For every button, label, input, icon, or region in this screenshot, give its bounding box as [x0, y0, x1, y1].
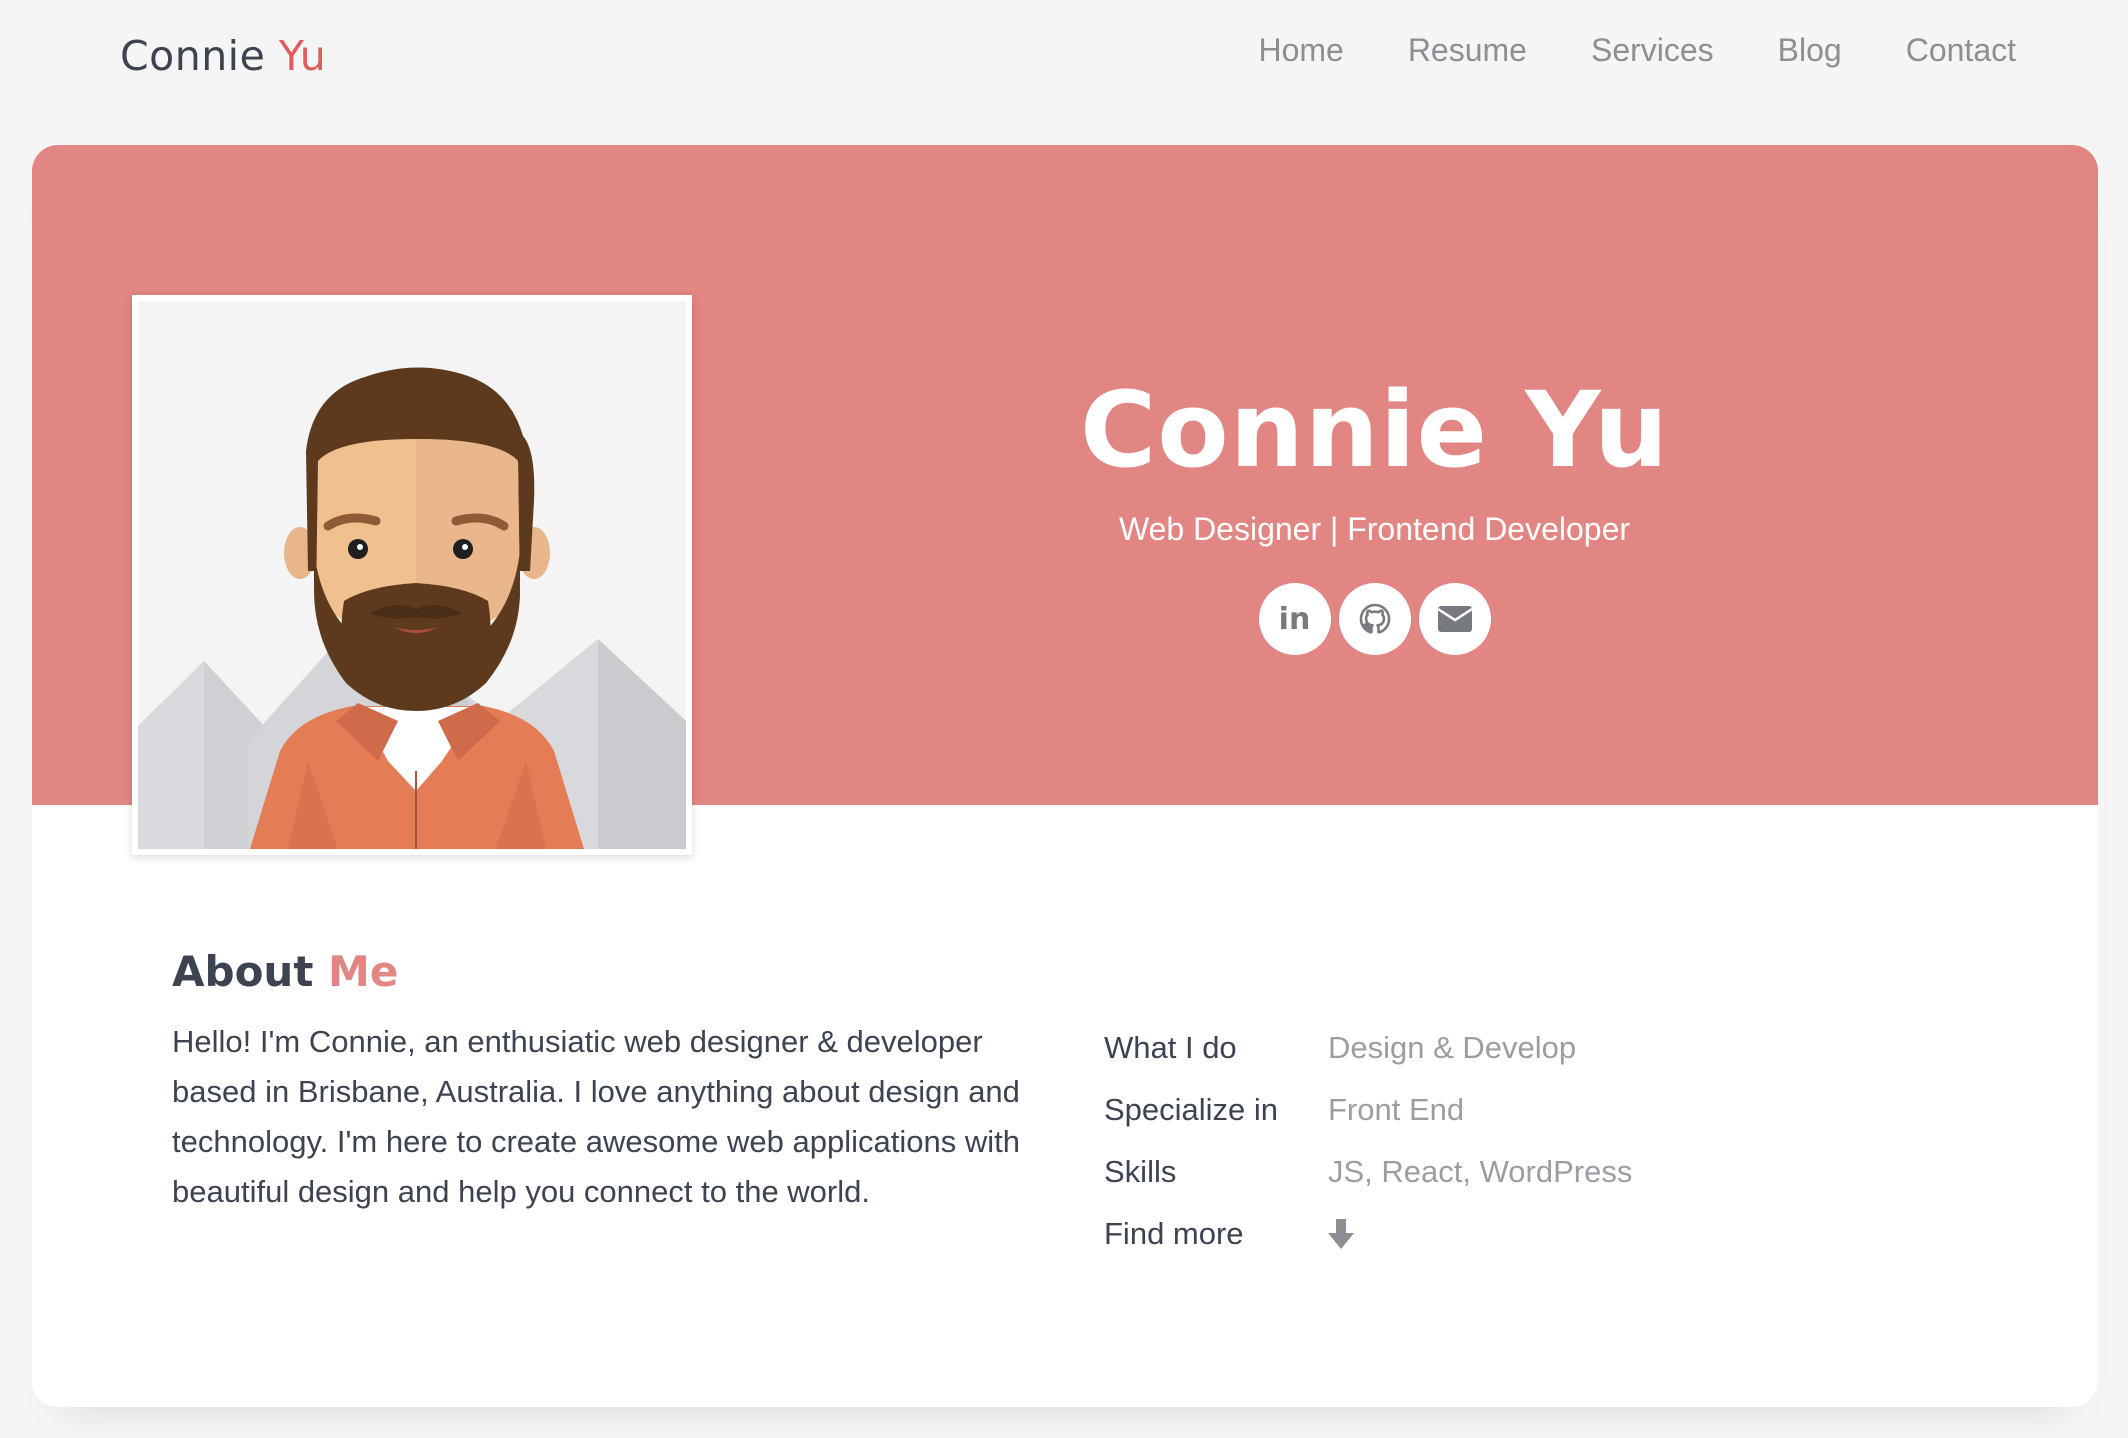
- about-title: About Me: [172, 945, 1032, 999]
- profile-card: Connie Yu Web Designer | Frontend Develo…: [32, 145, 2098, 1407]
- profile-photo: [132, 295, 692, 855]
- hero-role: Web Designer | Frontend Developer: [1118, 511, 1631, 547]
- nav-contact[interactable]: Contact: [1906, 26, 2016, 74]
- main-nav: Home Resume Services Blog Contact: [1194, 26, 2016, 74]
- arrow-down-icon: [1328, 1219, 1354, 1249]
- nav-home[interactable]: Home: [1258, 26, 1343, 74]
- email-button[interactable]: [1418, 583, 1491, 655]
- about-facts: What I do Design & Develop Specialize in…: [1104, 1017, 1804, 1265]
- about-section: About Me Hello! I'm Connie, an enthusiat…: [172, 945, 1032, 1217]
- linkedin-button[interactable]: in: [1258, 583, 1331, 655]
- about-text: Hello! I'm Connie, an enthusiatic web de…: [172, 1024, 1020, 1209]
- nav-resume[interactable]: Resume: [1408, 26, 1527, 74]
- about-title-first: About: [172, 947, 314, 996]
- envelope-icon: [1437, 606, 1472, 632]
- fact-value: Front End: [1328, 1092, 1465, 1127]
- about-title-accent: Me: [328, 947, 399, 996]
- brand-first-name: Connie: [120, 32, 266, 80]
- fact-row: What I do Design & Develop: [1104, 1017, 1804, 1079]
- hero-text: Connie Yu Web Designer | Frontend Develo…: [772, 365, 1977, 655]
- nav-blog[interactable]: Blog: [1778, 26, 1842, 74]
- hero-name: Connie Yu: [1079, 369, 1670, 491]
- brand-logo[interactable]: Connie Yu: [120, 30, 326, 82]
- fact-value: JS, React, WordPress: [1328, 1154, 1633, 1189]
- github-icon: [1359, 603, 1390, 634]
- find-more-link[interactable]: [1328, 1219, 1354, 1249]
- brand-last-name: Yu: [278, 32, 327, 80]
- fact-label: Find more: [1104, 1216, 1244, 1251]
- fact-label: Skills: [1104, 1154, 1177, 1189]
- linkedin-icon: in: [1278, 601, 1311, 637]
- fact-row: Specialize in Front End: [1104, 1079, 1804, 1141]
- top-navbar: Connie Yu Home Resume Services Blog Cont…: [0, 0, 2128, 120]
- fact-label: Specialize in: [1104, 1092, 1279, 1127]
- github-button[interactable]: [1338, 583, 1411, 655]
- nav-services[interactable]: Services: [1591, 26, 1714, 74]
- fact-value: Design & Develop: [1328, 1030, 1577, 1065]
- fact-label: What I do: [1104, 1030, 1237, 1065]
- social-links: in: [772, 583, 1977, 655]
- fact-row: Skills JS, React, WordPress: [1104, 1141, 1804, 1203]
- fact-row: Find more: [1104, 1203, 1804, 1265]
- avatar-illustration: [138, 301, 686, 849]
